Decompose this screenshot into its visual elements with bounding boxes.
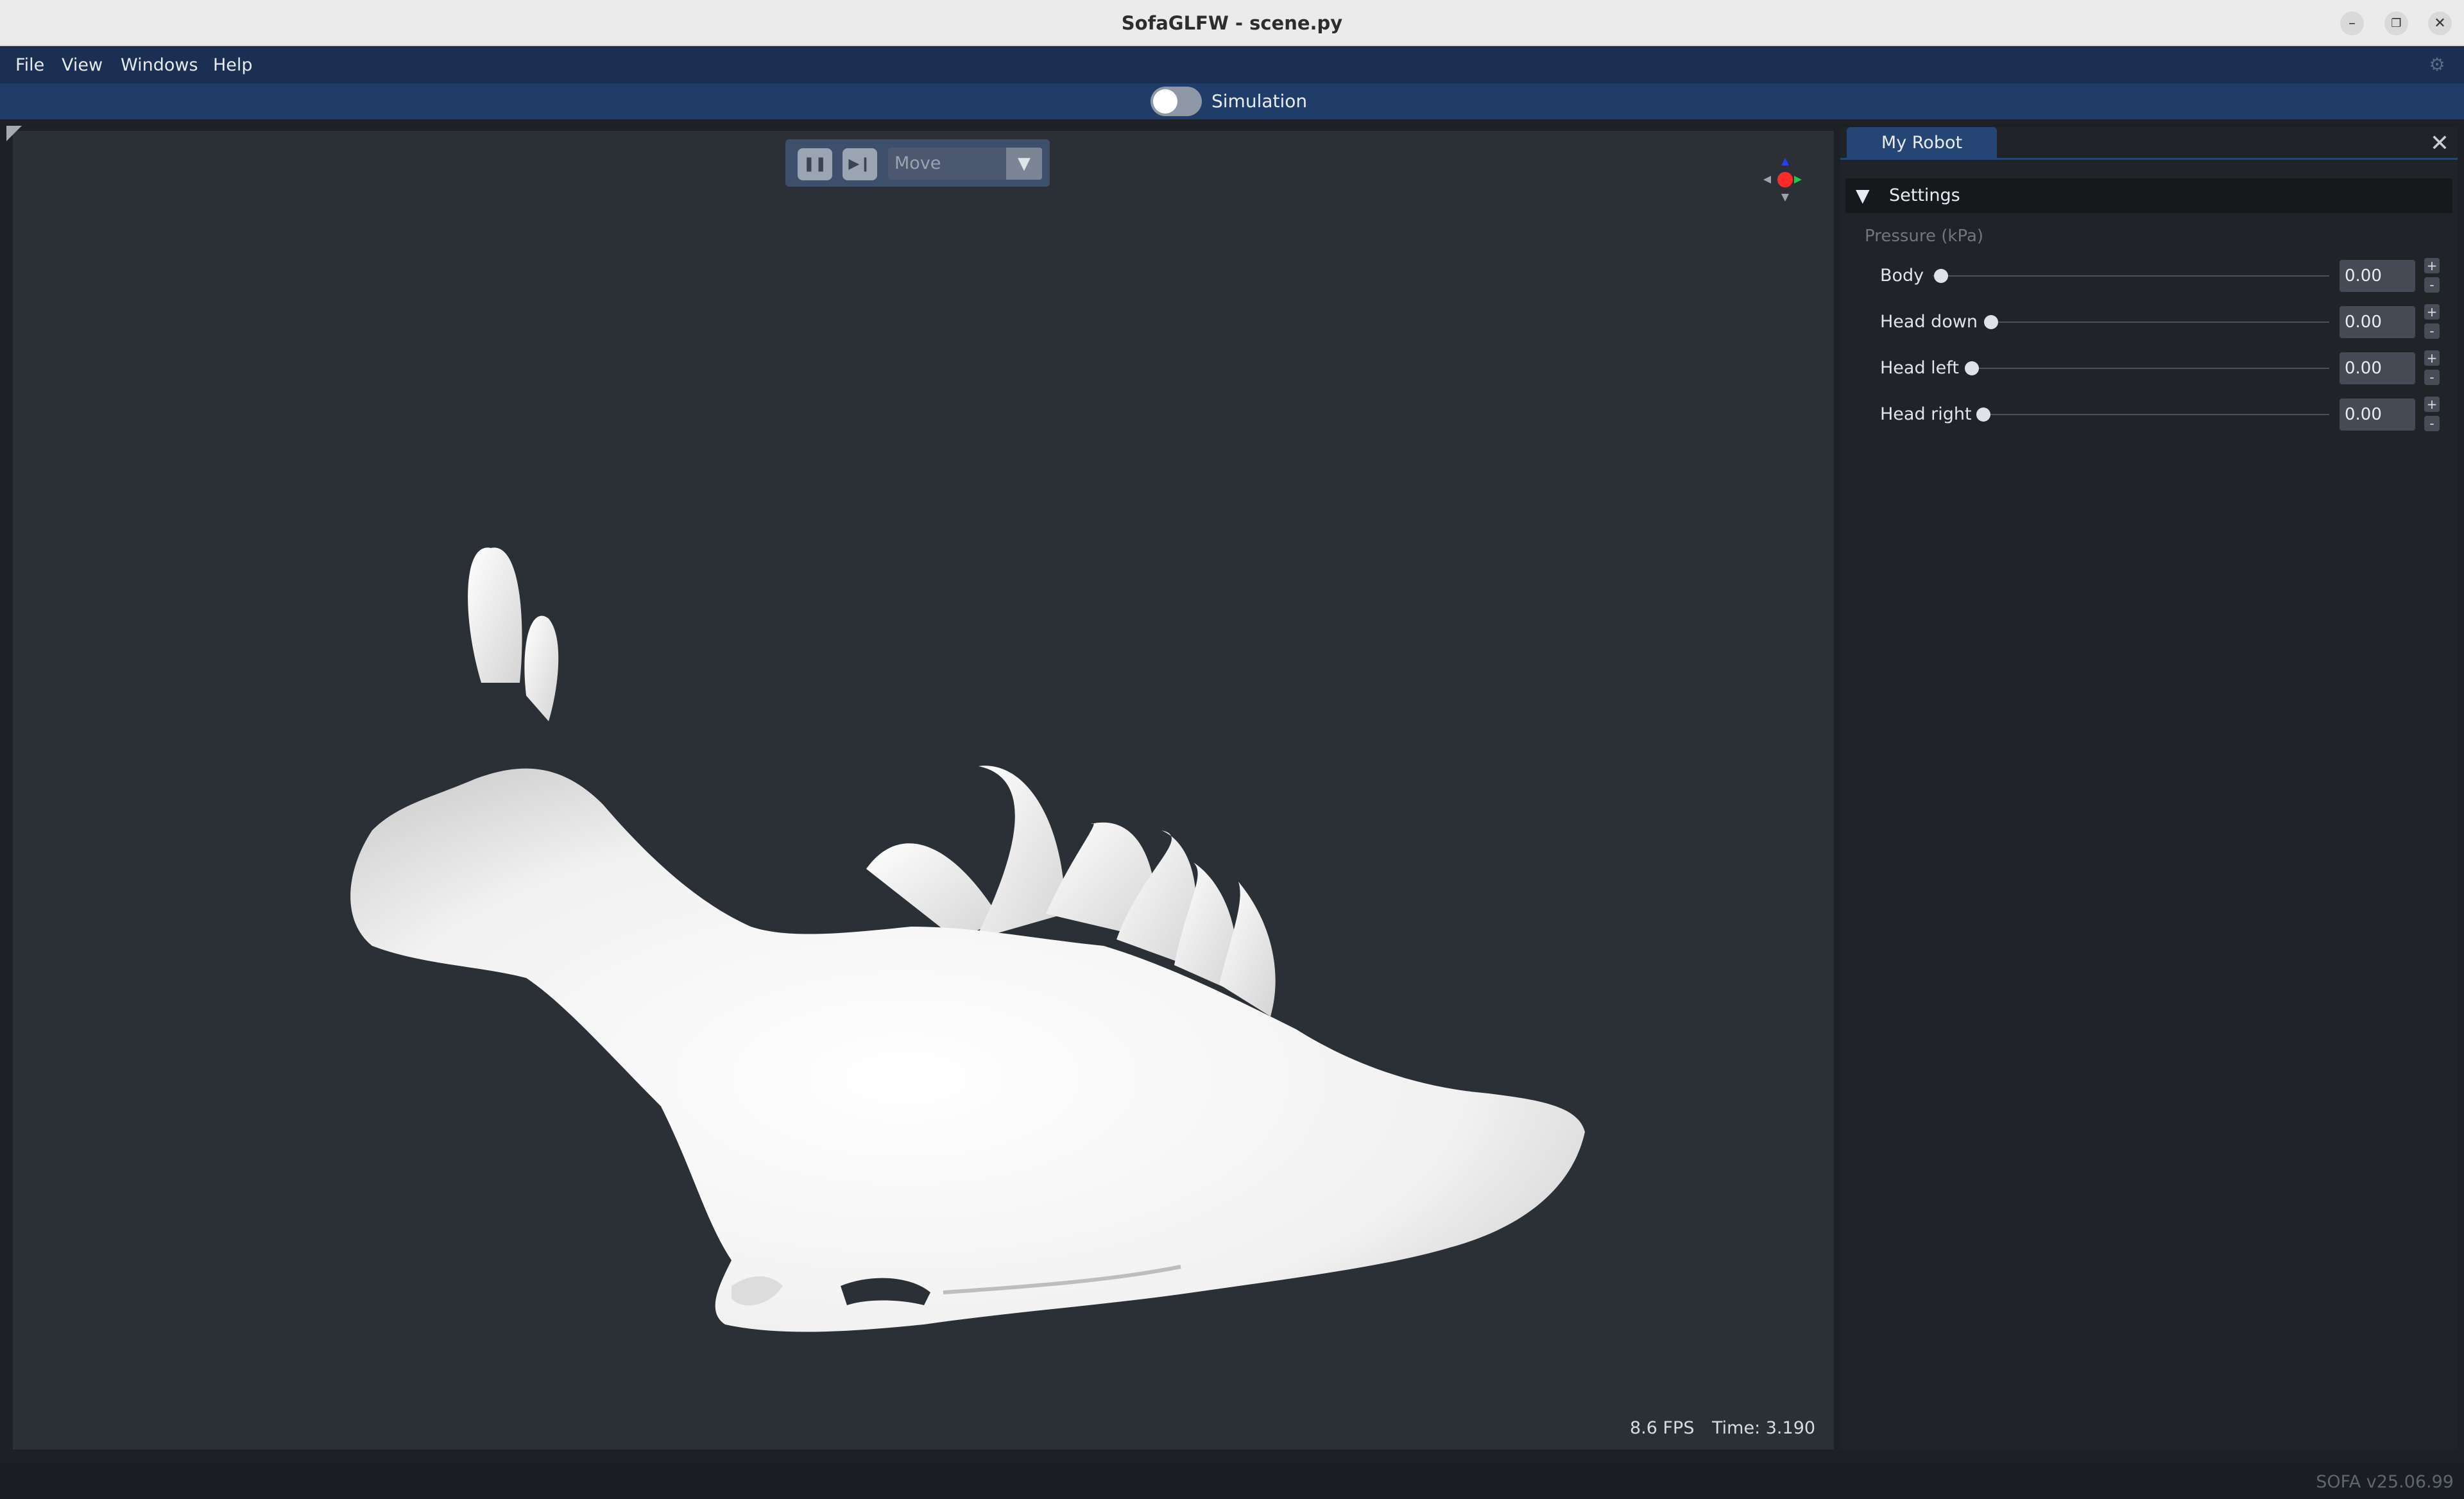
increment-button[interactable]: +: [2424, 258, 2440, 273]
close-icon[interactable]: ✕: [2427, 131, 2452, 157]
slider-track[interactable]: [1984, 321, 2329, 323]
slider-track[interactable]: [1965, 368, 2329, 369]
simulation-label: Simulation: [1211, 90, 1308, 112]
slider-track[interactable]: [1933, 275, 2329, 277]
menu-windows[interactable]: Windows: [121, 47, 198, 83]
minimize-icon[interactable]: –: [2340, 12, 2364, 35]
title-bar: SofaGLFW - scene.py – ❐ ✕: [0, 0, 2464, 46]
slider-row-head-left: Head left 0.00 + -: [1845, 350, 2452, 386]
viewport-corner-handle[interactable]: [6, 126, 22, 141]
chevron-down-icon[interactable]: ▼: [1006, 148, 1042, 180]
slider-track[interactable]: [1976, 414, 2329, 415]
tab-underline: [1840, 158, 2458, 160]
slider-label: Head left: [1880, 358, 1959, 378]
slider-thumb[interactable]: [1934, 269, 1948, 283]
menu-bar: File View Windows Help ⚙: [0, 47, 2464, 83]
increment-button[interactable]: +: [2424, 304, 2440, 320]
axes-gizmo-icon: [1763, 158, 1802, 201]
menu-view[interactable]: View: [62, 47, 103, 83]
simulation-toggle[interactable]: [1151, 87, 1202, 116]
step-forward-icon[interactable]: ▶❙: [843, 148, 877, 180]
decrement-button[interactable]: -: [2424, 277, 2440, 293]
slider-row-head-right: Head right 0.00 + -: [1845, 397, 2452, 433]
slider-label: Head down: [1880, 312, 1978, 332]
slider-label: Body: [1880, 266, 1924, 286]
interaction-mode-select[interactable]: Move ▼: [888, 148, 1042, 180]
mode-label: Move: [894, 153, 941, 173]
slider-thumb[interactable]: [1984, 315, 1998, 329]
slider-row-head-down: Head down 0.00 + -: [1845, 304, 2452, 340]
decrement-button[interactable]: -: [2424, 416, 2440, 431]
decrement-button[interactable]: -: [2424, 370, 2440, 385]
simulation-time: Time: 3.190: [1712, 1418, 1816, 1438]
value-input[interactable]: 0.00: [2340, 306, 2415, 338]
version-label: SOFA v25.06.99: [2316, 1472, 2454, 1492]
slider-thumb[interactable]: [1965, 361, 1979, 375]
status-bar: [0, 1463, 2464, 1499]
menu-file[interactable]: File: [15, 47, 44, 83]
value-input[interactable]: 0.00: [2340, 398, 2415, 431]
slider-row-body: Body 0.00 + -: [1845, 258, 2452, 294]
window-title: SofaGLFW - scene.py: [1121, 12, 1343, 34]
viewport-3d[interactable]: [13, 131, 1834, 1450]
value-input[interactable]: 0.00: [2340, 352, 2415, 384]
fps-counter: 8.6 FPS: [1630, 1418, 1695, 1438]
increment-button[interactable]: +: [2424, 397, 2440, 412]
value-input[interactable]: 0.00: [2340, 260, 2415, 292]
collapse-triangle-icon: ▼: [1856, 185, 1870, 206]
settings-section-header[interactable]: ▼ Settings: [1845, 178, 2452, 213]
settings-label: Settings: [1889, 185, 1960, 205]
soft-robot-model: [350, 547, 1585, 1332]
pressure-group-label: Pressure (kPa): [1865, 227, 1984, 246]
menu-help[interactable]: Help: [213, 47, 253, 83]
restore-icon[interactable]: ❐: [2384, 12, 2408, 35]
slider-thumb[interactable]: [1976, 407, 1990, 422]
close-icon[interactable]: ✕: [2428, 12, 2452, 35]
toggle-knob: [1153, 89, 1177, 114]
slider-label: Head right: [1880, 404, 1972, 424]
gear-icon[interactable]: ⚙: [2428, 56, 2446, 74]
tab-my-robot[interactable]: My Robot: [1847, 127, 1997, 159]
increment-button[interactable]: +: [2424, 350, 2440, 366]
decrement-button[interactable]: -: [2424, 323, 2440, 339]
pause-icon[interactable]: ❚❚: [798, 148, 832, 180]
